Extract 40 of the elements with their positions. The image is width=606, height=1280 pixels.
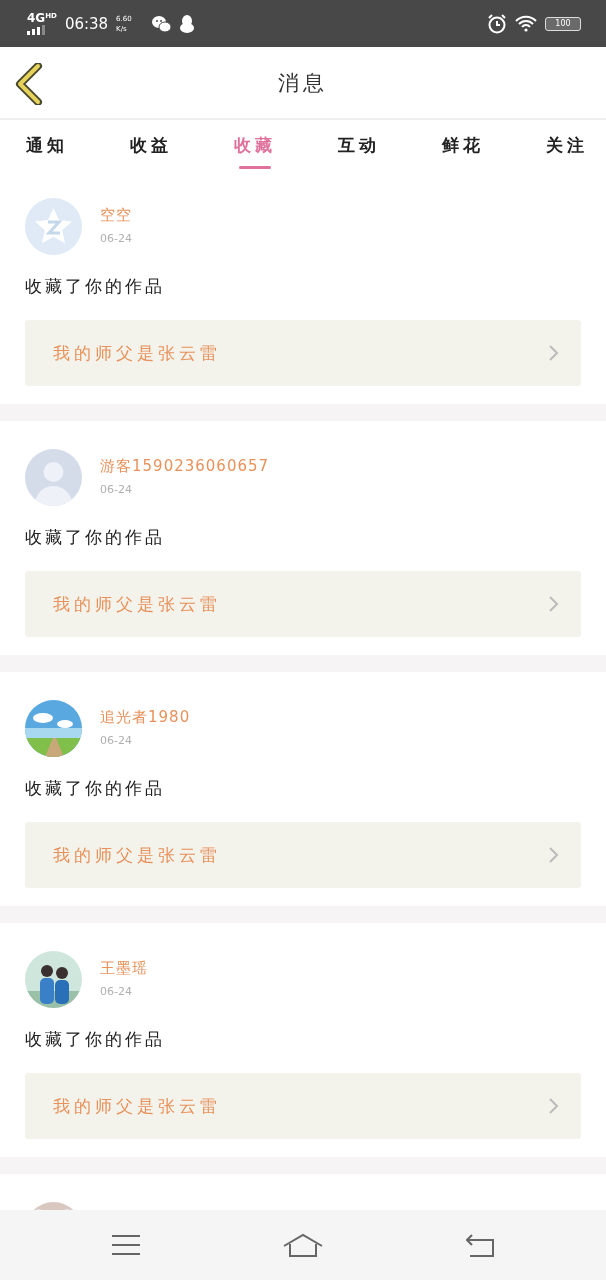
clock: 06:38 bbox=[64, 14, 109, 33]
user-name[interactable]: 空空 bbox=[100, 206, 132, 224]
star-avatar-icon bbox=[25, 198, 82, 255]
work-link[interactable]: 我的师父是张云雷 bbox=[25, 1073, 581, 1139]
user-name[interactable]: 王墨瑶 bbox=[100, 959, 148, 977]
work-link[interactable]: 我的师父是张云雷 bbox=[25, 320, 581, 386]
message-date: 06-24 bbox=[100, 985, 133, 998]
return-icon bbox=[466, 1233, 495, 1257]
work-link[interactable]: 我的师父是张云雷 bbox=[25, 822, 581, 888]
page-title: 消息 bbox=[278, 69, 328, 97]
chevron-right-icon bbox=[548, 1097, 559, 1115]
tab[interactable]: 鲜花 bbox=[430, 120, 496, 170]
message-text: 收藏了你的作品 bbox=[25, 526, 166, 549]
battery-indicator: 100 bbox=[545, 16, 581, 31]
message-text: 收藏了你的作品 bbox=[25, 1028, 166, 1051]
menu-icon bbox=[111, 1234, 140, 1256]
alarm-icon bbox=[487, 13, 507, 34]
user-name[interactable]: 追光者1980 bbox=[100, 708, 191, 726]
penguin-icon bbox=[179, 14, 194, 33]
user-name[interactable]: 游客1590236060657 bbox=[100, 457, 270, 475]
message-text: 收藏了你的作品 bbox=[25, 275, 166, 298]
message-date: 06-24 bbox=[100, 483, 133, 496]
chevron-right-icon bbox=[548, 846, 559, 864]
message-date: 06-24 bbox=[100, 232, 132, 245]
tab[interactable]: 收益 bbox=[118, 120, 184, 170]
signal-icon bbox=[27, 25, 45, 35]
tab[interactable]: 互动 bbox=[326, 120, 392, 170]
chevron-right-icon bbox=[548, 595, 559, 613]
chevron-right-icon bbox=[548, 344, 559, 362]
user-silhouette-icon bbox=[25, 449, 82, 506]
message-date: 06-24 bbox=[100, 734, 133, 747]
chat-bubbles-icon bbox=[151, 14, 172, 33]
home-icon bbox=[283, 1233, 323, 1257]
network-label: 4G bbox=[27, 12, 46, 24]
tab[interactable]: 通知 bbox=[14, 120, 80, 170]
message-text: 收藏了你的作品 bbox=[25, 777, 166, 800]
work-link[interactable]: 我的师父是张云雷 bbox=[25, 571, 581, 637]
tab[interactable]: 收藏 bbox=[222, 120, 288, 170]
wifi-icon bbox=[515, 15, 537, 32]
tab[interactable]: 关注 bbox=[534, 120, 600, 170]
